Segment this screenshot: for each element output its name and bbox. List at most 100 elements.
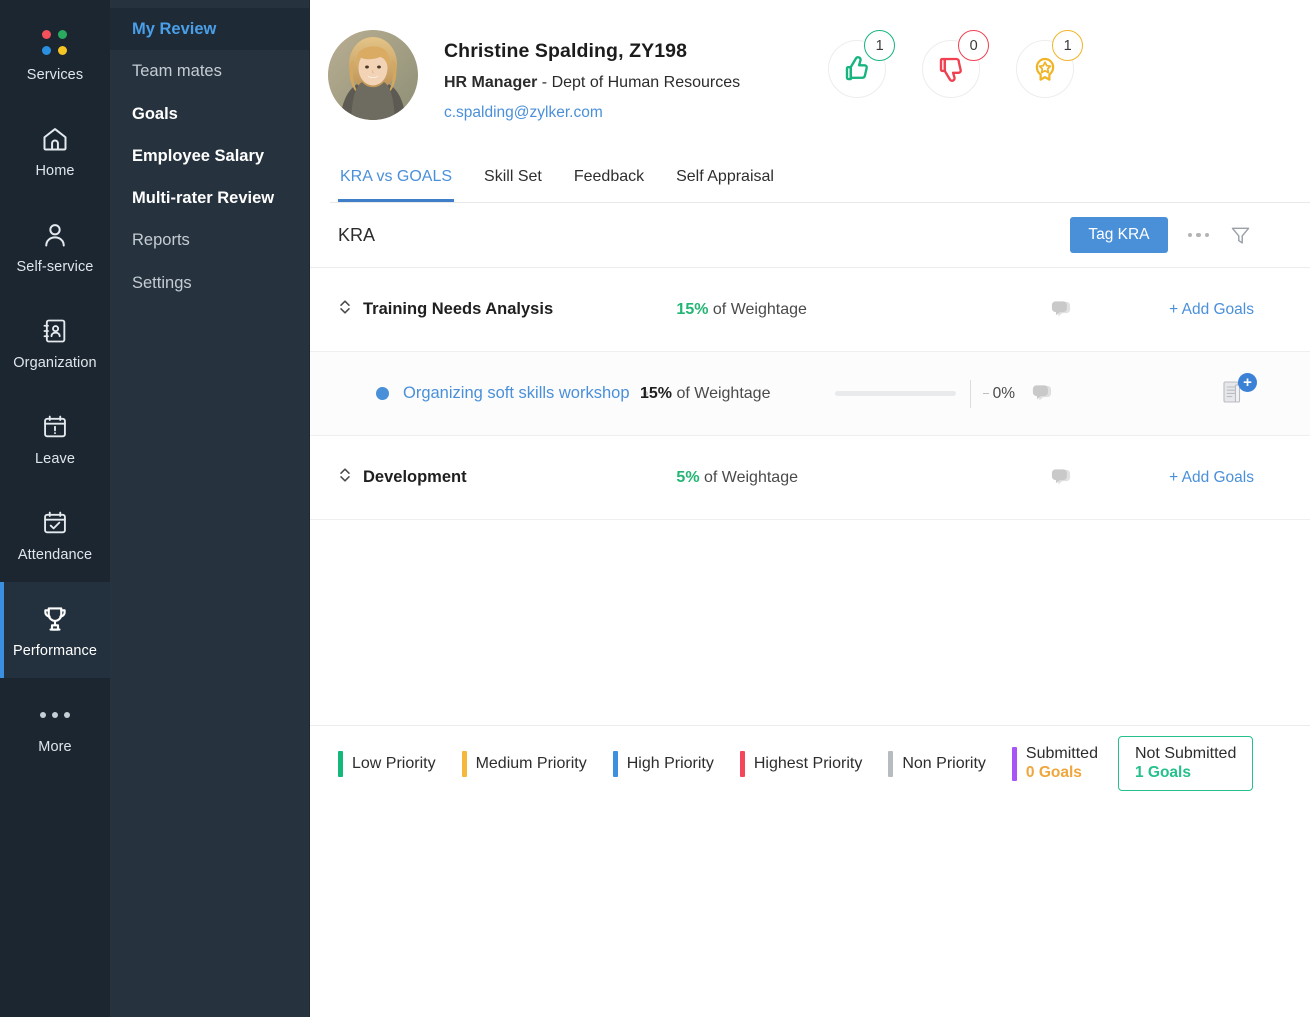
thumbs-down-count: 0 — [958, 30, 989, 61]
sidebar-item-self-service[interactable]: Self-service — [0, 198, 110, 294]
kra-weight-pct: 15% — [676, 301, 708, 318]
not-submitted-title: Not Submitted — [1135, 745, 1236, 764]
sidebar-item-label: Home — [35, 163, 74, 179]
subnav-item-multi-rater-review[interactable]: Multi-rater Review — [110, 177, 309, 219]
add-goals-link[interactable]: + Add Goals — [1169, 469, 1254, 487]
subnav-item-reports[interactable]: Reports — [110, 219, 309, 261]
empty-space — [310, 520, 1310, 725]
progress-divider — [970, 380, 971, 408]
kra-comment-cell — [1050, 300, 1169, 320]
legend-medium-priority: Medium Priority — [462, 751, 587, 777]
profile-department: Dept of Human Resources — [552, 74, 741, 91]
tag-kra-button[interactable]: Tag KRA — [1070, 217, 1167, 253]
kra-name-cell: Training Needs Analysis — [338, 298, 676, 321]
add-goals-link[interactable]: + Add Goals — [1169, 301, 1254, 319]
sidebar-item-label: Organization — [13, 355, 96, 371]
subnav-item-goals[interactable]: Goals — [110, 93, 309, 135]
award-icon — [1030, 54, 1060, 84]
not-submitted-count: 1 Goals — [1135, 764, 1236, 782]
expand-collapse-icon[interactable] — [338, 298, 352, 321]
table-row: Development 5% of Weightage + Add Goals — [310, 436, 1310, 520]
submitted-count: 0 Goals — [1026, 764, 1098, 782]
sidebar-item-label: Performance — [13, 643, 97, 659]
app-root: Services Home Self-service — [0, 0, 1310, 1017]
goal-weight-pct: 15% — [640, 385, 672, 402]
tab-self-appraisal[interactable]: Self Appraisal — [674, 162, 776, 202]
kra-toolbar: KRA Tag KRA — [310, 203, 1310, 268]
legend-non-priority: Non Priority — [888, 751, 986, 777]
table-row: Organizing soft skills workshop 15% of W… — [310, 352, 1310, 436]
priority-dot-icon — [376, 387, 389, 400]
subnav-item-my-review[interactable]: My Review — [110, 8, 309, 50]
subnav-item-employee-salary[interactable]: Employee Salary — [110, 135, 309, 177]
profile-info: Christine Spalding, ZY198 HR Manager - D… — [444, 30, 740, 122]
sidebar-item-more[interactable]: More — [0, 678, 110, 774]
thumbs-up-count: 1 — [864, 30, 895, 61]
comment-bubble-icon[interactable] — [1050, 468, 1072, 488]
goal-progress: 0% — [835, 380, 1015, 408]
sidebar-item-label: Services — [27, 67, 83, 83]
feedback-badges: 1 0 — [828, 30, 1074, 98]
kra-weight-suffix: of Weightage — [700, 469, 798, 486]
section-tabs: KRA vs GOALS Skill Set Feedback Self App… — [330, 162, 1310, 203]
sidebar-item-leave[interactable]: Leave — [0, 390, 110, 486]
profile-role: HR Manager - Dept of Human Resources — [444, 74, 740, 92]
contact-book-icon — [41, 314, 69, 348]
sidebar-item-attendance[interactable]: Attendance — [0, 486, 110, 582]
thumbs-down-icon — [936, 54, 966, 84]
goal-name-cell: Organizing soft skills workshop — [338, 384, 678, 403]
sidebar-item-services[interactable]: Services — [0, 6, 110, 102]
table-row: Training Needs Analysis 15% of Weightage — [310, 268, 1310, 352]
kra-list: Training Needs Analysis 15% of Weightage — [310, 268, 1310, 520]
thumbs-up-icon — [842, 54, 872, 84]
profile-role-separator: - — [537, 74, 551, 91]
legend-label: Non Priority — [902, 755, 986, 773]
kra-name: Development — [363, 468, 467, 487]
funnel-filter-icon[interactable] — [1229, 224, 1252, 247]
legend-label: Highest Priority — [754, 755, 862, 773]
award-badge[interactable]: 1 — [1016, 40, 1074, 98]
sidebar-item-performance[interactable]: Performance — [0, 582, 110, 678]
legend-highest-priority: Highest Priority — [740, 751, 862, 777]
kra-name-cell: Development — [338, 466, 676, 489]
legend-not-submitted[interactable]: Not Submitted 1 Goals — [1118, 736, 1253, 791]
thumbs-down-badge[interactable]: 0 — [922, 40, 980, 98]
goal-name-link[interactable]: Organizing soft skills workshop — [403, 384, 630, 403]
page-footer-space — [310, 801, 1310, 1017]
sidebar-item-label: Leave — [35, 451, 75, 467]
sidebar-item-organization[interactable]: Organization — [0, 294, 110, 390]
kra-weight-pct: 5% — [676, 469, 699, 486]
tab-skill-set[interactable]: Skill Set — [482, 162, 544, 202]
priority-legend: Low Priority Medium Priority High Priori… — [310, 725, 1310, 801]
subnav-item-settings[interactable]: Settings — [110, 262, 309, 304]
progress-bar[interactable] — [835, 391, 956, 396]
legend-color-swatch — [1012, 747, 1017, 781]
profile-email[interactable]: c.spalding@zylker.com — [444, 104, 740, 122]
add-note-badge: + — [1238, 373, 1257, 392]
tab-kra-vs-goals[interactable]: KRA vs GOALS — [338, 162, 454, 202]
employee-photo — [328, 30, 418, 120]
progress-dash-icon — [983, 393, 989, 395]
comment-bubble-icon[interactable] — [1031, 384, 1053, 404]
avatar — [328, 30, 418, 120]
legend-color-swatch — [462, 751, 467, 777]
kra-weight-suffix: of Weightage — [708, 301, 806, 318]
tab-feedback[interactable]: Feedback — [572, 162, 646, 202]
submitted-title: Submitted — [1026, 745, 1098, 764]
comment-bubble-icon[interactable] — [1050, 300, 1072, 320]
goal-weight-suffix: of Weightage — [672, 385, 770, 402]
thumbs-up-badge[interactable]: 1 — [828, 40, 886, 98]
profile-designation: HR Manager — [444, 74, 537, 91]
more-options-icon[interactable] — [1188, 233, 1210, 238]
sidebar-item-label: More — [38, 739, 71, 755]
legend-low-priority: Low Priority — [338, 751, 436, 777]
home-icon — [40, 122, 70, 156]
add-note-icon[interactable]: + — [1220, 377, 1254, 411]
expand-collapse-icon[interactable] — [338, 466, 352, 489]
subnav-item-team-mates[interactable]: Team mates — [110, 50, 309, 92]
ellipsis-icon — [40, 698, 70, 732]
sidebar-item-home[interactable]: Home — [0, 102, 110, 198]
main-content: Christine Spalding, ZY198 HR Manager - D… — [310, 0, 1310, 1017]
award-count: 1 — [1052, 30, 1083, 61]
kra-section-title: KRA — [338, 225, 375, 246]
